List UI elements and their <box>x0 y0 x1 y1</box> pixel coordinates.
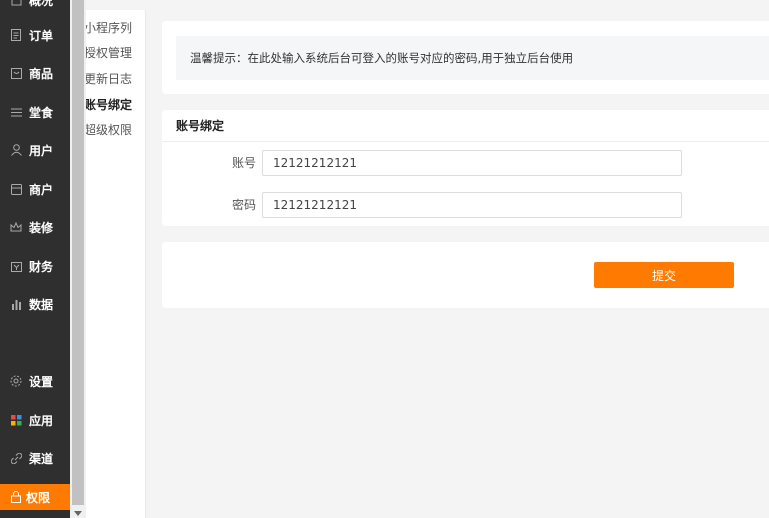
nav-item-merchants[interactable]: 商户 <box>0 170 70 208</box>
crown-icon <box>10 221 22 233</box>
gear-icon <box>10 375 22 387</box>
main-sidebar: 概况 订单 商品 堂食 用户 商户 装修 财务 数据 设置 应用 渠道 权限 <box>0 0 70 518</box>
bar-chart-icon <box>10 298 22 310</box>
nav-label: 数据 <box>29 297 54 312</box>
account-label: 账号 <box>231 156 256 170</box>
order-icon <box>10 29 22 41</box>
password-input[interactable] <box>262 192 682 218</box>
nav-label: 用户 <box>29 143 54 158</box>
nav-item-channels[interactable]: 渠道 <box>0 439 70 477</box>
nav-label: 渠道 <box>29 451 54 466</box>
nav-label: 堂食 <box>29 105 54 120</box>
sidebar-scrollbar[interactable] <box>70 0 86 518</box>
nav-label: 概况 <box>29 0 54 8</box>
nav-label: 财务 <box>29 259 54 274</box>
divider <box>162 141 769 142</box>
submit-button[interactable]: 提交 <box>594 262 734 288</box>
shop-icon <box>10 183 22 195</box>
nav-item-finance[interactable]: 财务 <box>0 247 70 285</box>
panel-title: 账号绑定 <box>176 119 225 133</box>
nav-item-data[interactable]: 数据 <box>0 285 70 323</box>
nav-item-goods[interactable]: 商品 <box>0 54 70 92</box>
apps-icon <box>10 414 22 426</box>
scrollbar-thumb[interactable] <box>72 0 84 505</box>
nav-item-dine-in[interactable]: 堂食 <box>0 93 70 131</box>
wallet-icon <box>10 260 22 272</box>
submit-panel: 提交 <box>162 242 769 308</box>
permission-submenu: 小程序列 授权管理 更新日志 账号绑定 超级权限 <box>86 10 146 518</box>
nav-label: 订单 <box>29 28 54 43</box>
nav-item-users[interactable]: 用户 <box>0 131 70 169</box>
home-icon <box>10 0 22 6</box>
submenu-item-mini-programs[interactable]: 小程序列 <box>86 18 132 38</box>
nav-label: 应用 <box>29 413 54 428</box>
submenu-item-super-permission[interactable]: 超级权限 <box>86 120 132 140</box>
nav-item-orders[interactable]: 订单 <box>0 16 70 54</box>
nav-item-apps[interactable]: 应用 <box>0 401 70 439</box>
nav-item-permissions[interactable]: 权限 <box>0 484 70 510</box>
nav-label: 商品 <box>29 66 54 81</box>
user-icon <box>10 144 22 156</box>
nav-item-decoration[interactable]: 装修 <box>0 208 70 246</box>
tip-panel: 温馨提示：在此处输入系统后台可登入的账号对应的密码,用于独立后台使用 <box>162 21 769 94</box>
account-binding-panel: 账号绑定 账号 密码 <box>162 110 769 226</box>
nav-label: 装修 <box>29 220 54 235</box>
tip-message: 温馨提示：在此处输入系统后台可登入的账号对应的密码,用于独立后台使用 <box>176 36 769 80</box>
nav-label: 权限 <box>26 490 51 505</box>
nav-label: 商户 <box>29 182 54 197</box>
nav-label: 设置 <box>29 374 54 389</box>
submenu-item-auth-management[interactable]: 授权管理 <box>86 43 132 63</box>
account-input[interactable] <box>262 150 682 176</box>
nav-item-settings[interactable]: 设置 <box>0 362 70 400</box>
password-label: 密码 <box>231 198 256 212</box>
submenu-item-changelog[interactable]: 更新日志 <box>86 69 132 89</box>
lock-icon <box>10 491 22 503</box>
link-icon <box>10 452 22 464</box>
submenu-item-account-binding[interactable]: 账号绑定 <box>86 95 132 115</box>
scroll-down-arrow-icon[interactable] <box>74 511 82 516</box>
goods-icon <box>10 67 22 79</box>
menu-lines-icon <box>10 106 22 118</box>
